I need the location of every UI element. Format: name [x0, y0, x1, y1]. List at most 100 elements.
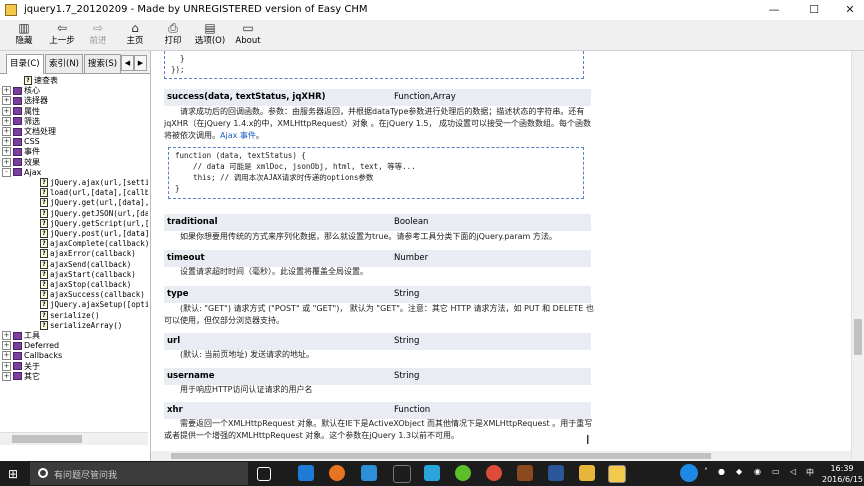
tree-item[interactable]: ? jQuery.ajax(url,[setting [40, 178, 148, 188]
tree-horizontal-scrollbar[interactable] [0, 432, 148, 445]
tree-item[interactable]: + 文档处理 [2, 127, 56, 137]
tab-contents[interactable]: 目录(C) [6, 54, 44, 74]
expand-icon[interactable]: + [2, 351, 11, 361]
tree-item[interactable]: + 事件 [2, 147, 40, 157]
expand-icon[interactable]: + [2, 106, 11, 116]
tree-item[interactable]: ? jQuery.post(url,[data],[ [40, 229, 148, 239]
tree-item[interactable]: ? jQuery.getScript(url,[ca [40, 218, 148, 229]
tree-item[interactable]: + Deferred [2, 341, 60, 351]
cortana-search-box[interactable]: 有问题尽管问我 [30, 462, 248, 485]
tree-item-label: 工具 [24, 331, 40, 340]
tray-app2-icon[interactable]: ◆ [736, 467, 742, 476]
tree-item[interactable]: ? load(url,[data],[callbac [40, 188, 148, 198]
expand-icon[interactable]: + [2, 127, 11, 136]
tree-item[interactable]: + 属性 [2, 106, 40, 117]
tree-item[interactable]: ? ajaxSuccess(callback) [40, 290, 145, 300]
word-icon[interactable] [548, 465, 564, 481]
tab-index[interactable]: 索引(N) [45, 54, 83, 73]
tab-scroll-left-icon[interactable]: ◀ [121, 55, 134, 71]
expand-icon[interactable]: + [2, 341, 11, 351]
firefox-icon[interactable] [329, 465, 345, 481]
green-app-icon[interactable] [455, 465, 471, 481]
content-horizontal-scrollbar[interactable] [151, 451, 851, 461]
close-button[interactable]: ✕ [832, 0, 864, 20]
network-icon[interactable]: ▭ [772, 467, 780, 476]
tree-item[interactable]: + 其它 [2, 371, 40, 382]
param-name: username [167, 371, 215, 381]
tree-item[interactable]: + 选择器 [2, 96, 48, 106]
collapse-icon[interactable]: - [2, 167, 11, 177]
windows-start-icon[interactable]: ⊞ [8, 467, 18, 481]
edge-browser-icon[interactable] [298, 465, 314, 481]
expand-icon[interactable]: + [2, 96, 11, 106]
maximize-button[interactable]: ☐ [796, 0, 832, 20]
tree-item-label: Ajax [24, 167, 42, 177]
tab-search[interactable]: 搜索(S) [84, 54, 122, 73]
tree-item[interactable]: - Ajax [2, 167, 42, 178]
ajax-events-link[interactable]: Ajax 事件 [220, 131, 256, 140]
tray-app-icon[interactable]: ● [718, 467, 725, 476]
chm-taskbar-icon[interactable] [608, 465, 626, 483]
expand-icon[interactable]: + [2, 147, 11, 157]
minimize-button[interactable]: — [756, 0, 792, 20]
tree-item[interactable]: + 效果 [2, 157, 40, 168]
hide-button[interactable]: ▥ 隐藏 [4, 21, 44, 49]
volume-icon[interactable]: ◁ [790, 467, 796, 476]
tree-item[interactable]: + 关于 [2, 361, 40, 372]
tree-item[interactable]: ? ajaxError(callback) [40, 249, 136, 259]
tree-item[interactable]: ? serialize() [40, 310, 100, 321]
expand-icon[interactable]: + [2, 361, 11, 371]
tree-item[interactable]: ? jQuery.getJSON(url,[data [40, 208, 148, 219]
tree-item[interactable]: ? jQuery.ajaxSetup([option [40, 300, 148, 310]
expand-icon[interactable]: + [2, 157, 11, 167]
tree-item[interactable]: + CSS [2, 137, 40, 147]
help-page-icon: ? [40, 259, 48, 269]
print-button[interactable]: ⎙ 打印 [153, 21, 193, 49]
tree-item[interactable]: ? ajaxStart(callback) [40, 269, 136, 280]
tree-item[interactable]: + Callbacks [2, 351, 62, 361]
task-view-icon[interactable] [257, 467, 271, 481]
param-header: type String [164, 286, 591, 303]
param-type: String [394, 336, 420, 346]
tree-item[interactable]: ? serializeArray() [40, 320, 122, 331]
tree-item-label: 速查表 [34, 76, 58, 85]
chrome-icon[interactable] [486, 465, 502, 481]
expand-icon[interactable]: + [2, 137, 11, 147]
about-button[interactable]: ▭ About [228, 21, 268, 49]
code-snippet-top: } }); [164, 51, 584, 79]
qq-icon[interactable] [424, 465, 440, 481]
home-button[interactable]: ⌂ 主页 [115, 21, 155, 49]
expand-icon[interactable]: + [2, 371, 11, 381]
store-icon[interactable] [361, 465, 377, 481]
chm-app-icon [5, 4, 17, 16]
tree-item[interactable]: ? ajaxSend(callback) [40, 259, 131, 270]
expand-icon[interactable]: + [2, 116, 11, 126]
content-vertical-scrollbar[interactable] [851, 51, 864, 461]
tab-scroll-right-icon[interactable]: ▶ [134, 55, 147, 71]
back-button[interactable]: ⇦ 上一步 [42, 21, 82, 49]
tray-chevron-icon[interactable]: ˄ [704, 467, 708, 476]
ime-indicator[interactable]: 中 [806, 467, 814, 478]
forward-button[interactable]: ⇨ 前进 [78, 21, 118, 49]
tree-item[interactable]: + 核心 [2, 86, 40, 96]
tree-item-label: Deferred [24, 341, 60, 351]
tree-item[interactable]: ? ajaxComplete(callback) [40, 239, 148, 249]
tree-item[interactable]: ? jQuery.get(url,[data],[c [40, 198, 148, 208]
help-page-icon: ? [40, 290, 48, 300]
tree-item[interactable]: + 筛选 [2, 116, 40, 127]
help-page-icon: ? [40, 269, 48, 279]
system-clock[interactable]: 16:39 2016/6/15 [822, 463, 863, 485]
game-app-icon[interactable] [517, 465, 533, 481]
text-cursor-icon: I [586, 433, 590, 447]
expand-icon[interactable]: + [2, 331, 11, 340]
tree-item[interactable]: ? 速查表 [24, 76, 58, 86]
media-player-icon[interactable] [393, 465, 411, 483]
file-explorer-icon[interactable] [579, 465, 595, 481]
tree-item[interactable]: + 工具 [2, 331, 40, 341]
expand-icon[interactable]: + [2, 86, 11, 96]
tree-item[interactable]: ? ajaxStop(callback) [40, 280, 131, 290]
options-button[interactable]: ▤ 选项(O) [190, 21, 230, 49]
param-description: (默认: "GET") 请求方式 ("POST" 或 "GET")， 默认为 "… [164, 303, 594, 327]
tray-app3-icon[interactable]: ◉ [754, 467, 761, 476]
help-icon[interactable] [680, 464, 698, 482]
